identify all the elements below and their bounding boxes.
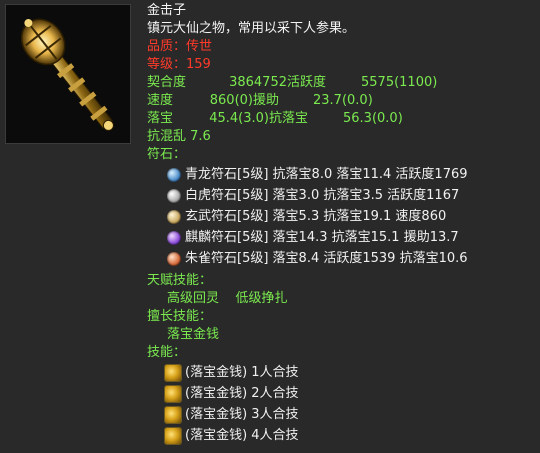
skill-item[interactable]: (落宝金钱) 1人合技	[147, 362, 537, 383]
runes-header: 符石：	[147, 147, 187, 162]
rune-item[interactable]: 玄武符石[5级] 落宝5.3 抗落宝19.1 速度860	[147, 206, 537, 227]
rune-text: 青龙符石[5级] 抗落宝8.0 落宝11.4 活跃度1769	[185, 166, 468, 182]
rune-item[interactable]: 朱雀符石[5级] 落宝8.4 活跃度1539 抗落宝10.6	[147, 248, 537, 269]
level-value: 159	[186, 57, 211, 72]
item-quality: 品质：传世	[147, 38, 537, 56]
skill-item[interactable]: (落宝金钱) 3人合技	[147, 404, 537, 425]
skill-text: (落宝金钱) 2人合技	[185, 385, 299, 401]
vermilion-bird-rune-icon	[167, 251, 181, 266]
quality-label: 品质：	[147, 39, 187, 54]
anti-drop-label: 抗落宝	[269, 111, 309, 126]
activity-label: 活跃度	[287, 75, 327, 90]
rune-text: 麒麟符石[5级] 落宝14.3 抗落宝15.1 援助13.7	[185, 229, 459, 245]
item-description: 镇元大仙之物，常用以采下人参果。	[147, 21, 356, 36]
skill-item[interactable]: (落宝金钱) 4人合技	[147, 425, 537, 446]
item-name: 金击子	[147, 3, 187, 18]
specialty-skill: 落宝金钱	[167, 327, 220, 342]
gold-coin-skill-icon	[164, 363, 182, 382]
drop-label: 落宝	[147, 111, 174, 126]
white-tiger-rune-icon	[167, 188, 181, 203]
anti-chaos-stat: 抗混乱 7.6	[147, 129, 211, 144]
drop-value: 45.4(3.0)	[209, 111, 269, 126]
compat-label: 契合度	[147, 75, 187, 90]
gold-coin-skill-icon	[164, 384, 182, 403]
stat-row-speed: 速度 860(0) 援助 23.7(0.0)	[147, 92, 537, 110]
azure-dragon-rune-icon	[167, 167, 181, 182]
talent-header: 天赋技能：	[147, 273, 213, 288]
skill-text: (落宝金钱) 4人合技	[185, 427, 299, 443]
skill-text: (落宝金钱) 1人合技	[185, 364, 299, 380]
activity-value: 5575(1100)	[361, 75, 438, 90]
talent-skills: 高级回灵 低级挣扎	[167, 291, 288, 306]
item-level: 等级：159	[147, 56, 537, 74]
item-tooltip-panel: 金击子 镇元大仙之物，常用以采下人参果。 品质：传世 等级：159 契合度 38…	[0, 0, 540, 453]
skill-list: (落宝金钱) 1人合技 (落宝金钱) 2人合技 (落宝金钱) 3人合技 (落宝金…	[147, 362, 537, 446]
compat-value: 3864752	[229, 75, 287, 90]
speed-label: 速度	[147, 93, 174, 108]
rune-item[interactable]: 青龙符石[5级] 抗落宝8.0 落宝11.4 活跃度1769	[147, 164, 537, 185]
assist-label: 援助	[253, 93, 280, 108]
assist-value: 23.7(0.0)	[313, 93, 373, 108]
rune-item[interactable]: 白虎符石[5级] 落宝3.0 抗落宝3.5 活跃度1167	[147, 185, 537, 206]
item-image	[5, 4, 131, 144]
quality-value: 传世	[186, 39, 213, 54]
rune-text: 朱雀符石[5级] 落宝8.4 活跃度1539 抗落宝10.6	[185, 250, 468, 266]
level-label: 等级：	[147, 57, 187, 72]
gold-coin-skill-icon	[164, 405, 182, 424]
rune-text: 玄武符石[5级] 落宝5.3 抗落宝19.1 速度860	[185, 208, 447, 224]
skill-text: (落宝金钱) 3人合技	[185, 406, 299, 422]
rune-text: 白虎符石[5级] 落宝3.0 抗落宝3.5 活跃度1167	[185, 187, 460, 203]
golden-mallet-icon	[20, 18, 114, 131]
stat-row-compat: 契合度 3864752 活跃度 5575(1100)	[147, 74, 537, 92]
item-details: 金击子 镇元大仙之物，常用以采下人参果。 品质：传世 等级：159 契合度 38…	[147, 2, 537, 446]
specialty-header: 擅长技能：	[147, 309, 213, 324]
anti-drop-value: 56.3(0.0)	[343, 111, 403, 126]
gold-coin-skill-icon	[164, 426, 182, 445]
skills-header: 技能：	[147, 345, 187, 360]
black-tortoise-rune-icon	[167, 209, 181, 224]
rune-list: 青龙符石[5级] 抗落宝8.0 落宝11.4 活跃度1769 白虎符石[5级] …	[147, 164, 537, 269]
qilin-rune-icon	[167, 230, 181, 245]
skill-item[interactable]: (落宝金钱) 2人合技	[147, 383, 537, 404]
rune-item[interactable]: 麒麟符石[5级] 落宝14.3 抗落宝15.1 援助13.7	[147, 227, 537, 248]
speed-value: 860(0)	[209, 93, 253, 108]
stat-row-drop: 落宝 45.4(3.0) 抗落宝 56.3(0.0)	[147, 110, 537, 128]
